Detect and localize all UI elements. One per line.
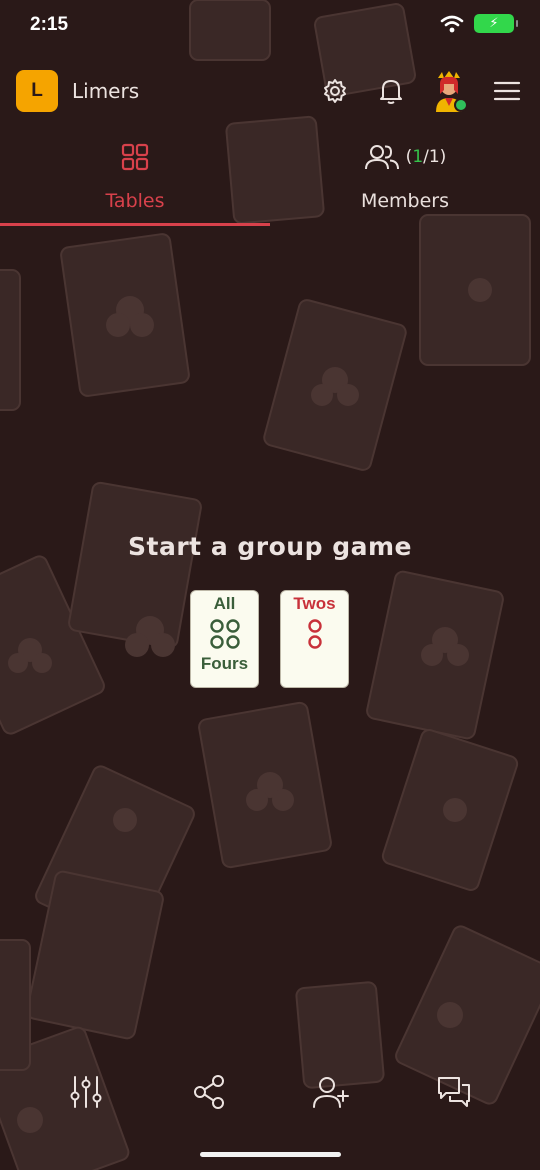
member-count: (1/1) [405,147,447,167]
game-option-top-label: All [213,594,236,613]
tab-members[interactable]: (1/1) Members [270,138,540,226]
active-tab-indicator [0,223,270,226]
game-option-all-fours[interactable]: All Fours [190,590,259,688]
tab-members-label: Members [360,190,450,212]
share-icon[interactable] [187,1070,231,1114]
users-icon [364,145,399,170]
chat-icon[interactable] [432,1070,476,1114]
status-time: 2:15 [30,14,69,35]
four-pips-icon [209,619,240,649]
tab-tables[interactable]: Tables [0,138,270,226]
group-avatar[interactable]: L [16,70,58,112]
bell-icon[interactable] [374,74,408,108]
online-status-dot [454,98,468,112]
bottom-toolbar [64,1070,476,1114]
two-pips-icon [307,619,322,649]
settings-icon[interactable] [318,74,352,108]
tab-bar: Tables (1/1) Members [0,138,540,226]
home-indicator[interactable] [200,1152,341,1157]
group-header: L Limers [16,70,524,112]
tab-tables-label: Tables [105,190,165,212]
status-icons: ⚡ [440,14,518,33]
grid-icon [121,143,149,171]
menu-icon[interactable] [490,74,524,108]
user-avatar[interactable] [430,70,468,112]
game-option-bottom-label: Fours [200,654,249,673]
wifi-icon [440,15,464,32]
battery-icon: ⚡ [474,14,518,33]
game-option-twos[interactable]: Twos [280,590,349,688]
group-name[interactable]: Limers [72,79,139,103]
game-option-top-label: Twos [293,594,336,613]
sliders-icon[interactable] [64,1070,108,1114]
start-group-game-title: Start a group game [128,532,412,561]
add-user-icon[interactable] [309,1070,353,1114]
